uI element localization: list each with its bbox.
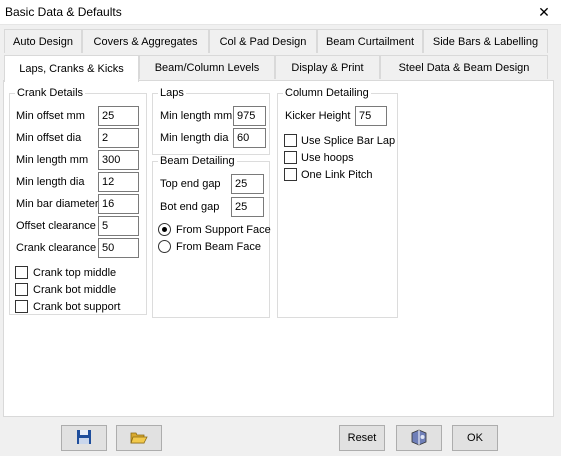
- tab-steel-data-beam-design[interactable]: Steel Data & Beam Design: [380, 55, 548, 79]
- bot-end-gap-field[interactable]: 25: [231, 197, 264, 217]
- laps-min-length-dia-label: Min length dia: [160, 132, 229, 144]
- title-bar: Basic Data & Defaults ✕: [0, 0, 561, 25]
- min-bar-diameter-field[interactable]: 16: [98, 194, 139, 214]
- min-offset-mm-label: Min offset mm: [16, 110, 85, 122]
- tab-label: Side Bars & Labelling: [432, 35, 539, 48]
- use-splice-bar-lap-label: Use Splice Bar Lap: [301, 135, 396, 147]
- crank-bot-middle-checkbox[interactable]: [15, 283, 28, 296]
- save-disk-icon: [76, 429, 92, 448]
- min-offset-dia-field[interactable]: 2: [98, 128, 139, 148]
- tab-auto-design[interactable]: Auto Design: [4, 29, 82, 53]
- tab-covers-aggregates[interactable]: Covers & Aggregates: [82, 29, 209, 53]
- reset-button[interactable]: Reset: [339, 425, 385, 451]
- tab-display-print[interactable]: Display & Print: [275, 55, 380, 79]
- min-length-dia-field[interactable]: 12: [98, 172, 139, 192]
- one-link-pitch-checkbox[interactable]: [284, 168, 297, 181]
- ok-label: OK: [467, 432, 483, 444]
- top-end-gap-field[interactable]: 25: [231, 174, 264, 194]
- use-hoops-checkbox[interactable]: [284, 151, 297, 164]
- tab-label: Col & Pad Design: [219, 35, 307, 48]
- kicker-height-field[interactable]: 75: [355, 106, 387, 126]
- column-detailing-group: Column Detailing Kicker Height 75 Use Sp…: [277, 87, 398, 318]
- tab-label: Beam Curtailment: [325, 35, 415, 48]
- group-title: Beam Detailing: [158, 155, 237, 168]
- crank-clearance-label: Crank clearance: [16, 242, 97, 254]
- save-button[interactable]: [61, 425, 107, 451]
- ok-button[interactable]: OK: [452, 425, 498, 451]
- from-beam-face-radio[interactable]: [158, 240, 171, 253]
- beam-detailing-group: Beam Detailing Top end gap 25 Bot end ga…: [152, 155, 271, 318]
- laps-min-length-dia-field[interactable]: 60: [233, 128, 266, 148]
- open-button[interactable]: [116, 425, 162, 451]
- tab-label: Display & Print: [291, 61, 364, 74]
- from-support-face-label: From Support Face: [176, 224, 271, 236]
- group-title: Laps: [158, 87, 186, 100]
- tab-laps-cranks-kicks[interactable]: Laps, Cranks & Kicks: [4, 55, 139, 82]
- min-length-mm-label: Min length mm: [16, 154, 89, 166]
- min-bar-diameter-label: Min bar diameter: [16, 198, 99, 210]
- tab-label: Auto Design: [13, 35, 73, 48]
- crank-top-middle-label: Crank top middle: [33, 267, 117, 279]
- top-end-gap-label: Top end gap: [160, 178, 221, 190]
- help-book-icon: [410, 428, 428, 449]
- close-button[interactable]: ✕: [527, 0, 561, 25]
- from-support-face-radio[interactable]: [158, 223, 171, 236]
- tab-label: Steel Data & Beam Design: [398, 61, 530, 74]
- tab-label: Laps, Cranks & Kicks: [19, 63, 124, 75]
- from-beam-face-label: From Beam Face: [176, 241, 261, 253]
- offset-clearance-field[interactable]: 5: [98, 216, 139, 236]
- tab-label: Covers & Aggregates: [93, 35, 198, 48]
- laps-min-length-mm-label: Min length mm: [160, 110, 233, 122]
- reset-label: Reset: [347, 432, 377, 444]
- laps-group: Laps Min length mm 975 Min length dia 60: [152, 87, 270, 155]
- use-hoops-label: Use hoops: [301, 152, 354, 164]
- group-title: Column Detailing: [283, 87, 371, 100]
- kicker-height-label: Kicker Height: [285, 110, 351, 122]
- help-button[interactable]: [396, 425, 442, 451]
- min-offset-mm-field[interactable]: 25: [98, 106, 139, 126]
- tab-panel: Crank Details Min offset mm 25 Min offse…: [3, 80, 554, 417]
- group-title: Crank Details: [15, 87, 86, 100]
- crank-top-middle-checkbox[interactable]: [15, 266, 28, 279]
- min-length-mm-field[interactable]: 300: [98, 150, 139, 170]
- bot-end-gap-label: Bot end gap: [160, 201, 220, 213]
- tab-beam-column-levels[interactable]: Beam/Column Levels: [139, 55, 275, 79]
- crank-clearance-field[interactable]: 50: [98, 238, 139, 258]
- close-icon: ✕: [538, 4, 550, 20]
- min-length-dia-label: Min length dia: [16, 176, 85, 188]
- tab-side-bars-labelling[interactable]: Side Bars & Labelling: [423, 29, 548, 53]
- use-splice-bar-lap-checkbox[interactable]: [284, 134, 297, 147]
- tab-beam-curtailment[interactable]: Beam Curtailment: [317, 29, 423, 53]
- crank-bot-support-checkbox[interactable]: [15, 300, 28, 313]
- open-folder-icon: [130, 429, 148, 448]
- tab-col-pad-design[interactable]: Col & Pad Design: [209, 29, 317, 53]
- one-link-pitch-label: One Link Pitch: [301, 169, 373, 181]
- laps-min-length-mm-field[interactable]: 975: [233, 106, 266, 126]
- crank-bot-support-label: Crank bot support: [33, 301, 121, 313]
- offset-clearance-label: Offset clearance: [16, 220, 96, 232]
- crank-bot-middle-label: Crank bot middle: [33, 284, 117, 296]
- window-title: Basic Data & Defaults: [5, 5, 122, 19]
- tab-label: Beam/Column Levels: [154, 61, 260, 74]
- min-offset-dia-label: Min offset dia: [16, 132, 82, 144]
- crank-details-group: Crank Details Min offset mm 25 Min offse…: [9, 87, 147, 315]
